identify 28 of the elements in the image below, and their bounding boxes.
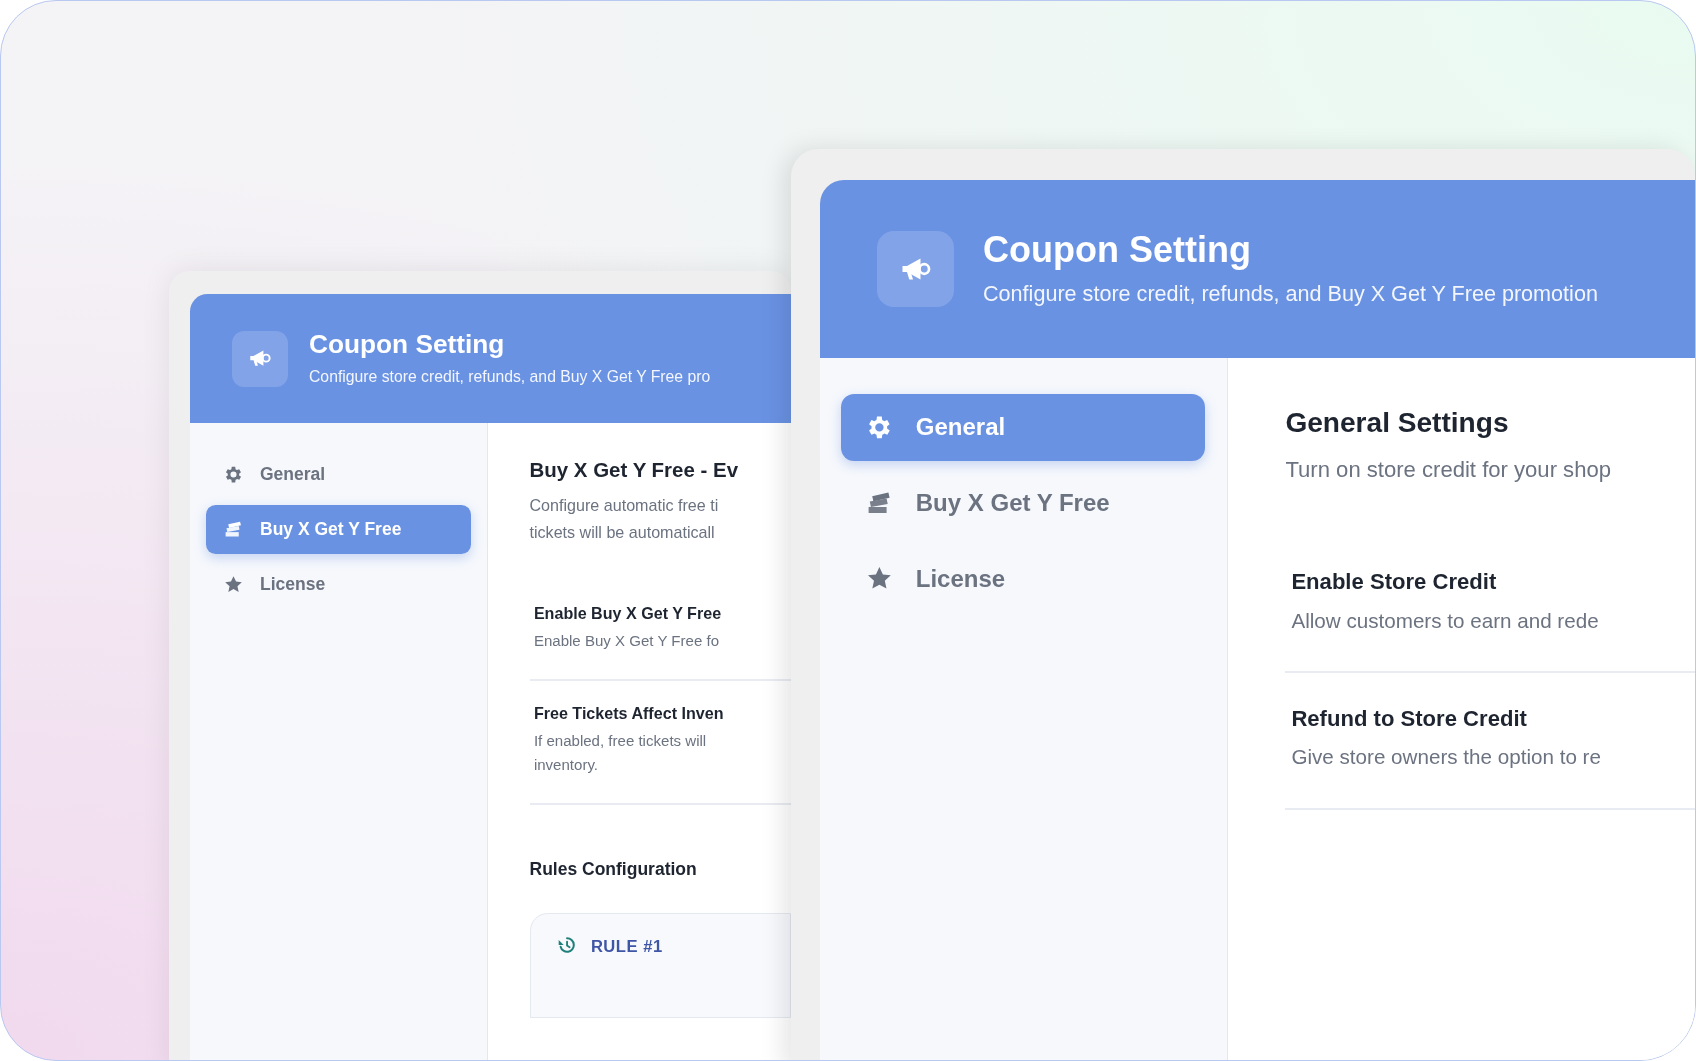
sidebar-item[interactable]: Buy X Get Y Free [205,504,471,554]
section-title: Rules Configuration [529,858,698,880]
app-subtitle: Configure store credit, refunds, and Buy X Get Y Free promotion [983,279,1598,308]
section-title: General Settings [1285,405,1510,440]
app-title: Coupon Setting [309,328,506,361]
rule-label: RULE #1 [590,936,663,959]
sidebar-item[interactable]: Buy X Get Y Free [841,469,1206,537]
section-description: Turn on store credit for your shop [1285,456,1612,485]
setting-description: Allow customers to earn and rede [1291,607,1600,634]
star-icon [223,573,245,595]
setting-description: Enable Buy X Get Y Free fo [533,631,720,652]
sidebar-item[interactable]: General [205,449,471,499]
sidebar-item[interactable]: License [841,544,1206,613]
setting-title: Enable Buy X Get Y Free [533,604,723,624]
app-title: Coupon Setting [983,227,1252,272]
setting-description: If enabled, free tickets will inventory. [533,731,708,776]
setting-title: Free Tickets Affect Inven [533,704,725,724]
history-icon [556,935,577,956]
setting-description: Give store owners the option to re [1291,744,1602,771]
sidebar-item[interactable]: License [205,559,471,609]
app-subtitle: Configure store credit, refunds, and Buy X Get Y Free pro [309,366,711,387]
setting-title: Refund to Store Credit [1291,705,1528,733]
sidebar-item[interactable]: General [841,393,1206,461]
section-description: Configure automatic free ti tickets will be automaticall [529,495,720,543]
section-title: Buy X Get Y Free - Ev [529,458,740,483]
megaphone-icon [877,230,955,308]
setting-title: Enable Store Credit [1291,569,1498,596]
megaphone-icon [232,330,288,387]
